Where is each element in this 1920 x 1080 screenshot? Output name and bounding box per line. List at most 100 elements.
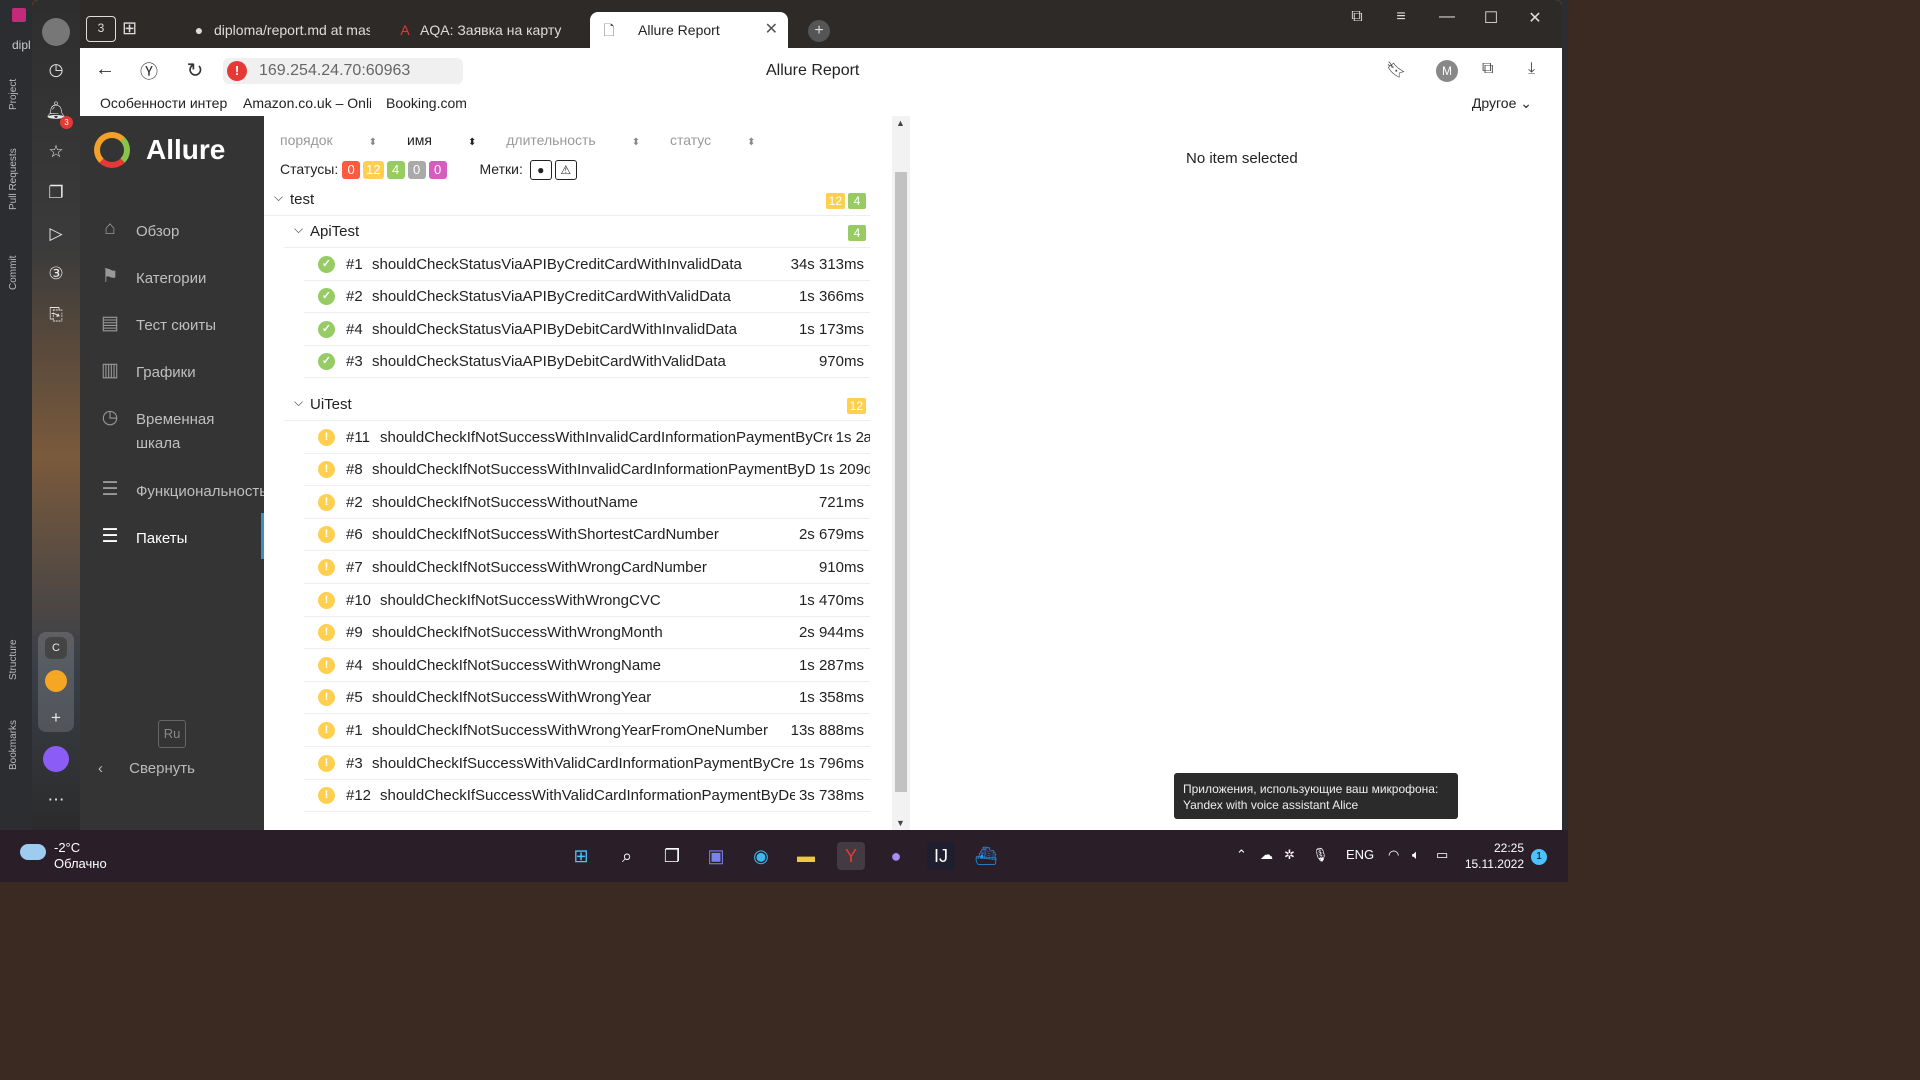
test-row[interactable]: ✓ #4 shouldCheckStatusViaAPIByDebitCardWit…	[304, 314, 870, 346]
more-icon[interactable]: ⋯	[42, 786, 70, 814]
tab-counter-icon[interactable]: 3	[86, 16, 116, 42]
file-explorer-icon[interactable]: ▬	[792, 842, 820, 870]
nav-graphs[interactable]: ▥ Графики	[80, 351, 264, 391]
filter-passed[interactable]: 4	[386, 161, 405, 179]
test-row[interactable]: ! #12 shouldCheckIfSuccessWithValidCardInf…	[304, 780, 870, 813]
filter-broken[interactable]: 12	[363, 161, 384, 179]
nav-packages[interactable]: ☰ Пакеты	[80, 513, 264, 559]
tab-manager-icon[interactable]: ⊞	[122, 18, 137, 39]
download-icon[interactable]: ⤓	[1528, 60, 1535, 78]
group-uitest[interactable]: ⌵ UiTest 12	[284, 389, 870, 421]
test-row[interactable]: ✓ #2 shouldCheckStatusViaAPIByCreditCardWi…	[304, 281, 870, 314]
yandex-icon[interactable]: Ⓨ	[136, 58, 162, 84]
close-tab-icon[interactable]: ✕	[765, 12, 778, 48]
app-orange-icon[interactable]	[45, 670, 67, 692]
test-row[interactable]: ! #2 shouldCheckIfNotSuccessWithoutName 721…	[304, 487, 870, 519]
weather-widget[interactable]: -2°C Облачно	[54, 840, 107, 872]
sort-order[interactable]: порядок ⬍	[280, 132, 377, 148]
input-language[interactable]: ENG	[1346, 847, 1374, 862]
sort-name[interactable]: имя ⬍	[407, 132, 476, 148]
bookmark-icon[interactable]: 🔖︎	[1386, 60, 1406, 80]
nav-overview[interactable]: ⌂ Обзор	[80, 210, 264, 250]
tree-scrollbar[interactable]: ▲ ▼	[892, 116, 910, 830]
test-row[interactable]: ! #3 shouldCheckIfSuccessWithValidCardInfo…	[304, 748, 870, 780]
tray-app-icon[interactable]: ✲	[1284, 847, 1295, 863]
language-switch[interactable]: Ru	[158, 720, 186, 748]
test-row[interactable]: ! #1 shouldCheckIfNotSuccessWithWrongYearF…	[304, 715, 870, 747]
back-icon[interactable]: ←	[92, 58, 118, 81]
cloud-icon[interactable]	[20, 844, 46, 860]
edge-icon[interactable]: ◉	[747, 842, 775, 870]
start-icon[interactable]: ⊞	[567, 842, 595, 870]
ide-tab-pull-requests[interactable]: Pull Requests	[8, 148, 19, 210]
teams-icon[interactable]: ▣	[702, 842, 730, 870]
favorites-icon[interactable]: ☆	[42, 138, 70, 166]
sort-status[interactable]: статус ⬍	[670, 132, 756, 148]
bookmark-item[interactable]: Особенности интер	[100, 95, 228, 111]
battery-icon[interactable]: ▭	[1436, 847, 1448, 863]
close-window-button[interactable]: ✕	[1520, 8, 1550, 28]
collections-icon[interactable]: ❐	[42, 179, 70, 207]
test-row[interactable]: ! #4 shouldCheckIfNotSuccessWithWrongName 1…	[304, 650, 870, 682]
url-field[interactable]: ! 169.254.24.70:60963	[223, 58, 463, 84]
test-row[interactable]: ! #6 shouldCheckIfNotSuccessWithShortestCa…	[304, 519, 870, 552]
tabs-counter-icon[interactable]: ③	[42, 260, 70, 288]
ide-tab-structure[interactable]: Structure	[8, 639, 19, 680]
ide-tab-bookmarks[interactable]: Bookmarks	[8, 720, 19, 770]
nav-suites[interactable]: ▤ Тест сюиты	[80, 304, 264, 344]
play-icon[interactable]: ▷	[42, 220, 70, 248]
history-icon[interactable]: ◷	[42, 56, 70, 84]
tab-aqa[interactable]: A AQA: Заявка на карту	[386, 12, 576, 48]
alice-icon[interactable]	[43, 746, 69, 772]
translate-icon[interactable]: ⧉	[1482, 60, 1493, 78]
tab-github[interactable]: ● diploma/report.md at mas	[180, 12, 370, 48]
profile-avatar[interactable]: M	[1436, 60, 1458, 82]
nav-behaviors[interactable]: ☰ Функциональность	[80, 470, 267, 510]
microphone-icon[interactable]: 🎙︎	[1312, 847, 1329, 863]
filter-failed[interactable]: 0	[342, 161, 361, 179]
wifi-icon[interactable]: ◠	[1388, 847, 1399, 863]
volume-icon[interactable]: 🔈︎	[1412, 847, 1420, 863]
test-row[interactable]: ✓ #3 shouldCheckStatusViaAPIByDebitCardWit…	[304, 346, 870, 379]
tab-allure-report[interactable]: 🗋 Allure Report ✕	[590, 12, 788, 48]
maximize-button[interactable]: ☐	[1476, 8, 1506, 28]
test-row[interactable]: ! #10 shouldCheckIfNotSuccessWithWrongCVC 1…	[304, 585, 870, 617]
minimize-button[interactable]: —	[1432, 8, 1462, 26]
docker-icon[interactable]: ⛴	[972, 842, 1000, 870]
group-apitest[interactable]: ⌵ ApiTest 4	[284, 216, 870, 248]
c-app-icon[interactable]: C	[45, 637, 67, 659]
profile-avatar[interactable]	[42, 18, 70, 46]
new-tab-button[interactable]: +	[808, 20, 830, 42]
test-row[interactable]: ✓ #1 shouldCheckStatusViaAPIByCreditCardWi…	[304, 249, 870, 281]
intellij-taskbar-icon[interactable]: IJ	[927, 842, 955, 870]
group-test[interactable]: ⌵ test 12 4	[264, 184, 870, 216]
warning-icon[interactable]: ⚠	[554, 160, 577, 180]
reload-icon[interactable]: ↻	[182, 58, 208, 83]
notification-count[interactable]: 1	[1531, 849, 1547, 865]
screenshot-icon[interactable]: ⎘	[42, 301, 70, 329]
clock[interactable]: 22:25 15.11.2022	[1464, 840, 1524, 872]
bookmarks-other-menu[interactable]: Другое ⌄	[1472, 95, 1532, 112]
test-row[interactable]: ! #11 shouldCheckIfNotSuccessWithInvalidCa…	[304, 422, 870, 454]
yandex-browser-icon[interactable]: Y	[837, 842, 865, 870]
insecure-warning-icon[interactable]: !	[227, 61, 247, 81]
menu-icon[interactable]: ≡	[1386, 8, 1416, 26]
nav-timeline[interactable]: ◷ Временная шкала	[80, 398, 264, 458]
collapse-sidebar-button[interactable]: ‹ Свернуть	[98, 760, 195, 777]
scroll-thumb[interactable]	[895, 172, 907, 792]
scroll-up-icon[interactable]: ▲	[896, 118, 905, 128]
scroll-down-icon[interactable]: ▼	[896, 818, 905, 828]
flaky-bomb-icon[interactable]: ●	[529, 160, 552, 180]
nav-categories[interactable]: ⚑ Категории	[80, 257, 264, 297]
bookmark-item[interactable]: Booking.com	[386, 95, 467, 111]
bookmark-item[interactable]: Amazon.co.uk – Onlin	[243, 95, 371, 111]
search-icon[interactable]: ⌕	[613, 842, 641, 870]
ide-tab-commit[interactable]: Commit	[8, 256, 19, 290]
test-row[interactable]: ! #5 shouldCheckIfNotSuccessWithWrongYear 1…	[304, 682, 870, 715]
test-row[interactable]: ! #8 shouldCheckIfNotSuccessWithInvalidCar…	[304, 454, 870, 487]
task-view-icon[interactable]: ❐	[658, 842, 686, 870]
collections-window-icon[interactable]: ⧉	[1342, 8, 1372, 26]
alice-taskbar-icon[interactable]: ●	[882, 842, 910, 870]
filter-skipped[interactable]: 0	[407, 161, 426, 179]
filter-unknown[interactable]: 0	[428, 161, 447, 179]
